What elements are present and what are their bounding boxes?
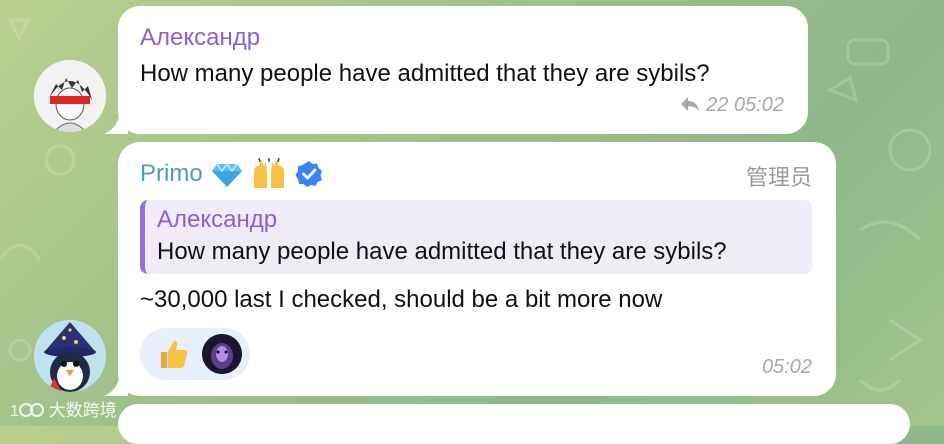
anime-avatar-icon bbox=[34, 60, 106, 132]
next-message-bubble-partial[interactable] bbox=[118, 404, 910, 444]
dark-character-avatar-icon bbox=[202, 334, 242, 374]
avatar-aleksandr[interactable] bbox=[34, 60, 106, 132]
diamond-emoji-icon bbox=[211, 162, 242, 187]
message-bubble[interactable]: Александр How many people have admitted … bbox=[118, 6, 808, 134]
message-meta: 22 05:02 bbox=[679, 94, 784, 117]
reply-text: How many people have admitted that they … bbox=[157, 238, 727, 265]
watermark-text: 大数跨境 bbox=[48, 401, 117, 420]
reply-sender: Александр bbox=[157, 206, 278, 233]
message-time: 05:02 bbox=[761, 356, 812, 378]
reaction-user-avatar bbox=[202, 334, 242, 374]
message-time: 05:02 bbox=[733, 94, 784, 116]
thumbs-up-emoji-icon bbox=[161, 340, 188, 368]
forward-count: 22 bbox=[706, 94, 729, 116]
penguin-wizard-avatar-icon bbox=[34, 320, 106, 392]
message-bubble[interactable]: Primo 管理员 Александр How many people have… bbox=[118, 142, 836, 396]
bubble-tail bbox=[104, 112, 128, 134]
raising-hands-emoji-icon bbox=[253, 158, 284, 188]
avatar-primo[interactable] bbox=[34, 320, 106, 392]
reaction-chip[interactable] bbox=[140, 328, 250, 380]
admin-role-badge: 管理员 bbox=[745, 165, 812, 190]
bubble-tail bbox=[104, 374, 128, 396]
forward-icon bbox=[680, 97, 699, 111]
sender-name[interactable]: Александр bbox=[140, 24, 260, 52]
message-text: ~30,000 last I checked, should be a bit … bbox=[140, 286, 663, 313]
watermark: 1 大数跨境 bbox=[10, 396, 117, 421]
watermark-logo-icon: 1 bbox=[10, 403, 44, 420]
verified-icon bbox=[295, 161, 322, 187]
reply-quote[interactable]: Александр How many people have admitted … bbox=[140, 200, 812, 274]
sender-name[interactable]: Primo bbox=[140, 160, 203, 188]
message-text: How many people have admitted that they … bbox=[140, 60, 710, 87]
svg-text:1: 1 bbox=[10, 403, 19, 419]
